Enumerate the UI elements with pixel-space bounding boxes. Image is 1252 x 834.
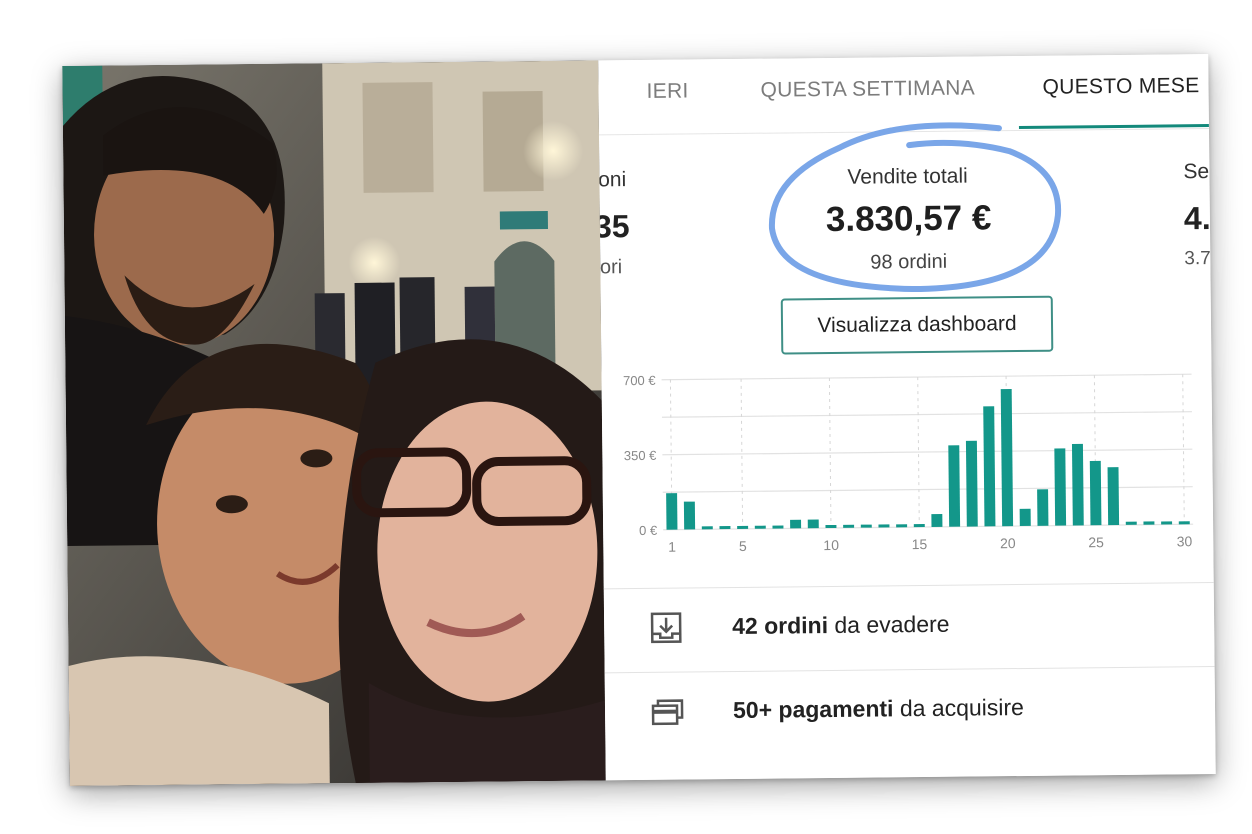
chart-x-tick-label: 20 [1000, 535, 1016, 551]
chart-bar [1071, 443, 1084, 526]
family-selfie-photo [62, 60, 606, 786]
chart-x-tick-label: 30 [1177, 533, 1193, 549]
chart-bar [913, 524, 925, 528]
chart-bar [754, 525, 766, 529]
chart-bar [807, 519, 819, 529]
chart-x-tick-label: 1 [668, 539, 676, 555]
chart-bar [1089, 460, 1102, 526]
view-dashboard-button[interactable]: Visualizza dashboard [780, 295, 1054, 355]
chart-bar [983, 406, 996, 527]
highlight-circle [768, 122, 1062, 293]
orders-to-fulfill-count: 42 ordini [732, 612, 829, 640]
chart-y-tick-label: 350 € [624, 448, 657, 463]
chart-bar [1143, 521, 1155, 525]
chart-bar [737, 525, 749, 529]
chart-bar [1125, 521, 1137, 525]
left-stat-value: 35 [598, 208, 630, 245]
chart-bar [683, 501, 696, 530]
chart-x-tick-label: 10 [823, 537, 839, 553]
chart-bar [1107, 467, 1120, 526]
chart-bar [843, 524, 855, 528]
composite-image: IERI QUESTA SETTIMANA QUESTO MESE ioni 3… [62, 54, 1216, 786]
right-stat-value: 4. [1183, 200, 1211, 237]
chart-bar [896, 524, 908, 528]
sales-panel: IERI QUESTA SETTIMANA QUESTO MESE ioni 3… [598, 54, 1216, 781]
credit-card-icon [651, 699, 684, 726]
chart-bar [1037, 489, 1049, 526]
payments-to-capture-row[interactable]: 50+ pagamenti da acquisire [605, 668, 1216, 754]
chart-bar [1054, 448, 1067, 526]
chart-bar [719, 526, 731, 530]
chart-y-tick-label: 0 € [639, 523, 658, 538]
selfie-illustration [62, 60, 606, 786]
tab-ieri[interactable]: IERI [646, 79, 688, 103]
chart-x-tick-label: 25 [1088, 534, 1104, 550]
chart-bar [666, 493, 678, 530]
download-tray-icon [650, 612, 682, 644]
chart-bar [1019, 508, 1031, 527]
chart-bar [790, 519, 802, 529]
chart-bar [1178, 521, 1190, 525]
payments-to-capture-desc: da acquisire [893, 693, 1025, 722]
chart-bar [860, 524, 872, 528]
chart-bar [1161, 521, 1173, 525]
chart-bar [931, 513, 943, 527]
chart-bar [701, 526, 713, 530]
tab-questo-mese[interactable]: QUESTO MESE [1042, 74, 1199, 100]
chart-x-tick-label: 5 [739, 538, 747, 554]
right-stat-sub: 3.7 [1184, 248, 1211, 270]
orders-to-fulfill-row[interactable]: 42 ordini da evadere [604, 584, 1215, 670]
chart-bar [1000, 388, 1014, 527]
orders-to-fulfill-desc: da evadere [827, 610, 950, 639]
chart-bar [948, 445, 961, 527]
chart-y-tick-label: 700 € [623, 373, 656, 388]
chart-bar [878, 524, 890, 528]
left-stat-sub: tori [598, 256, 623, 279]
tab-questa-settimana[interactable]: QUESTA SETTIMANA [760, 76, 975, 102]
chart-x-tick-label: 15 [912, 536, 928, 552]
chart-bar [772, 525, 784, 529]
chart-bar [825, 524, 837, 529]
payments-to-capture-text: 50+ pagamenti da acquisire [733, 694, 1024, 724]
orders-to-fulfill-text: 42 ordini da evadere [732, 611, 950, 640]
left-stat-label: ioni [598, 168, 627, 192]
daily-sales-chart: 700 €350 €0 €1 5 10 15 20 25 30 [623, 373, 1194, 555]
chart-bar [965, 440, 978, 527]
right-stat-label: Se [1183, 160, 1210, 184]
payments-to-capture-count: 50+ pagamenti [732, 695, 894, 724]
